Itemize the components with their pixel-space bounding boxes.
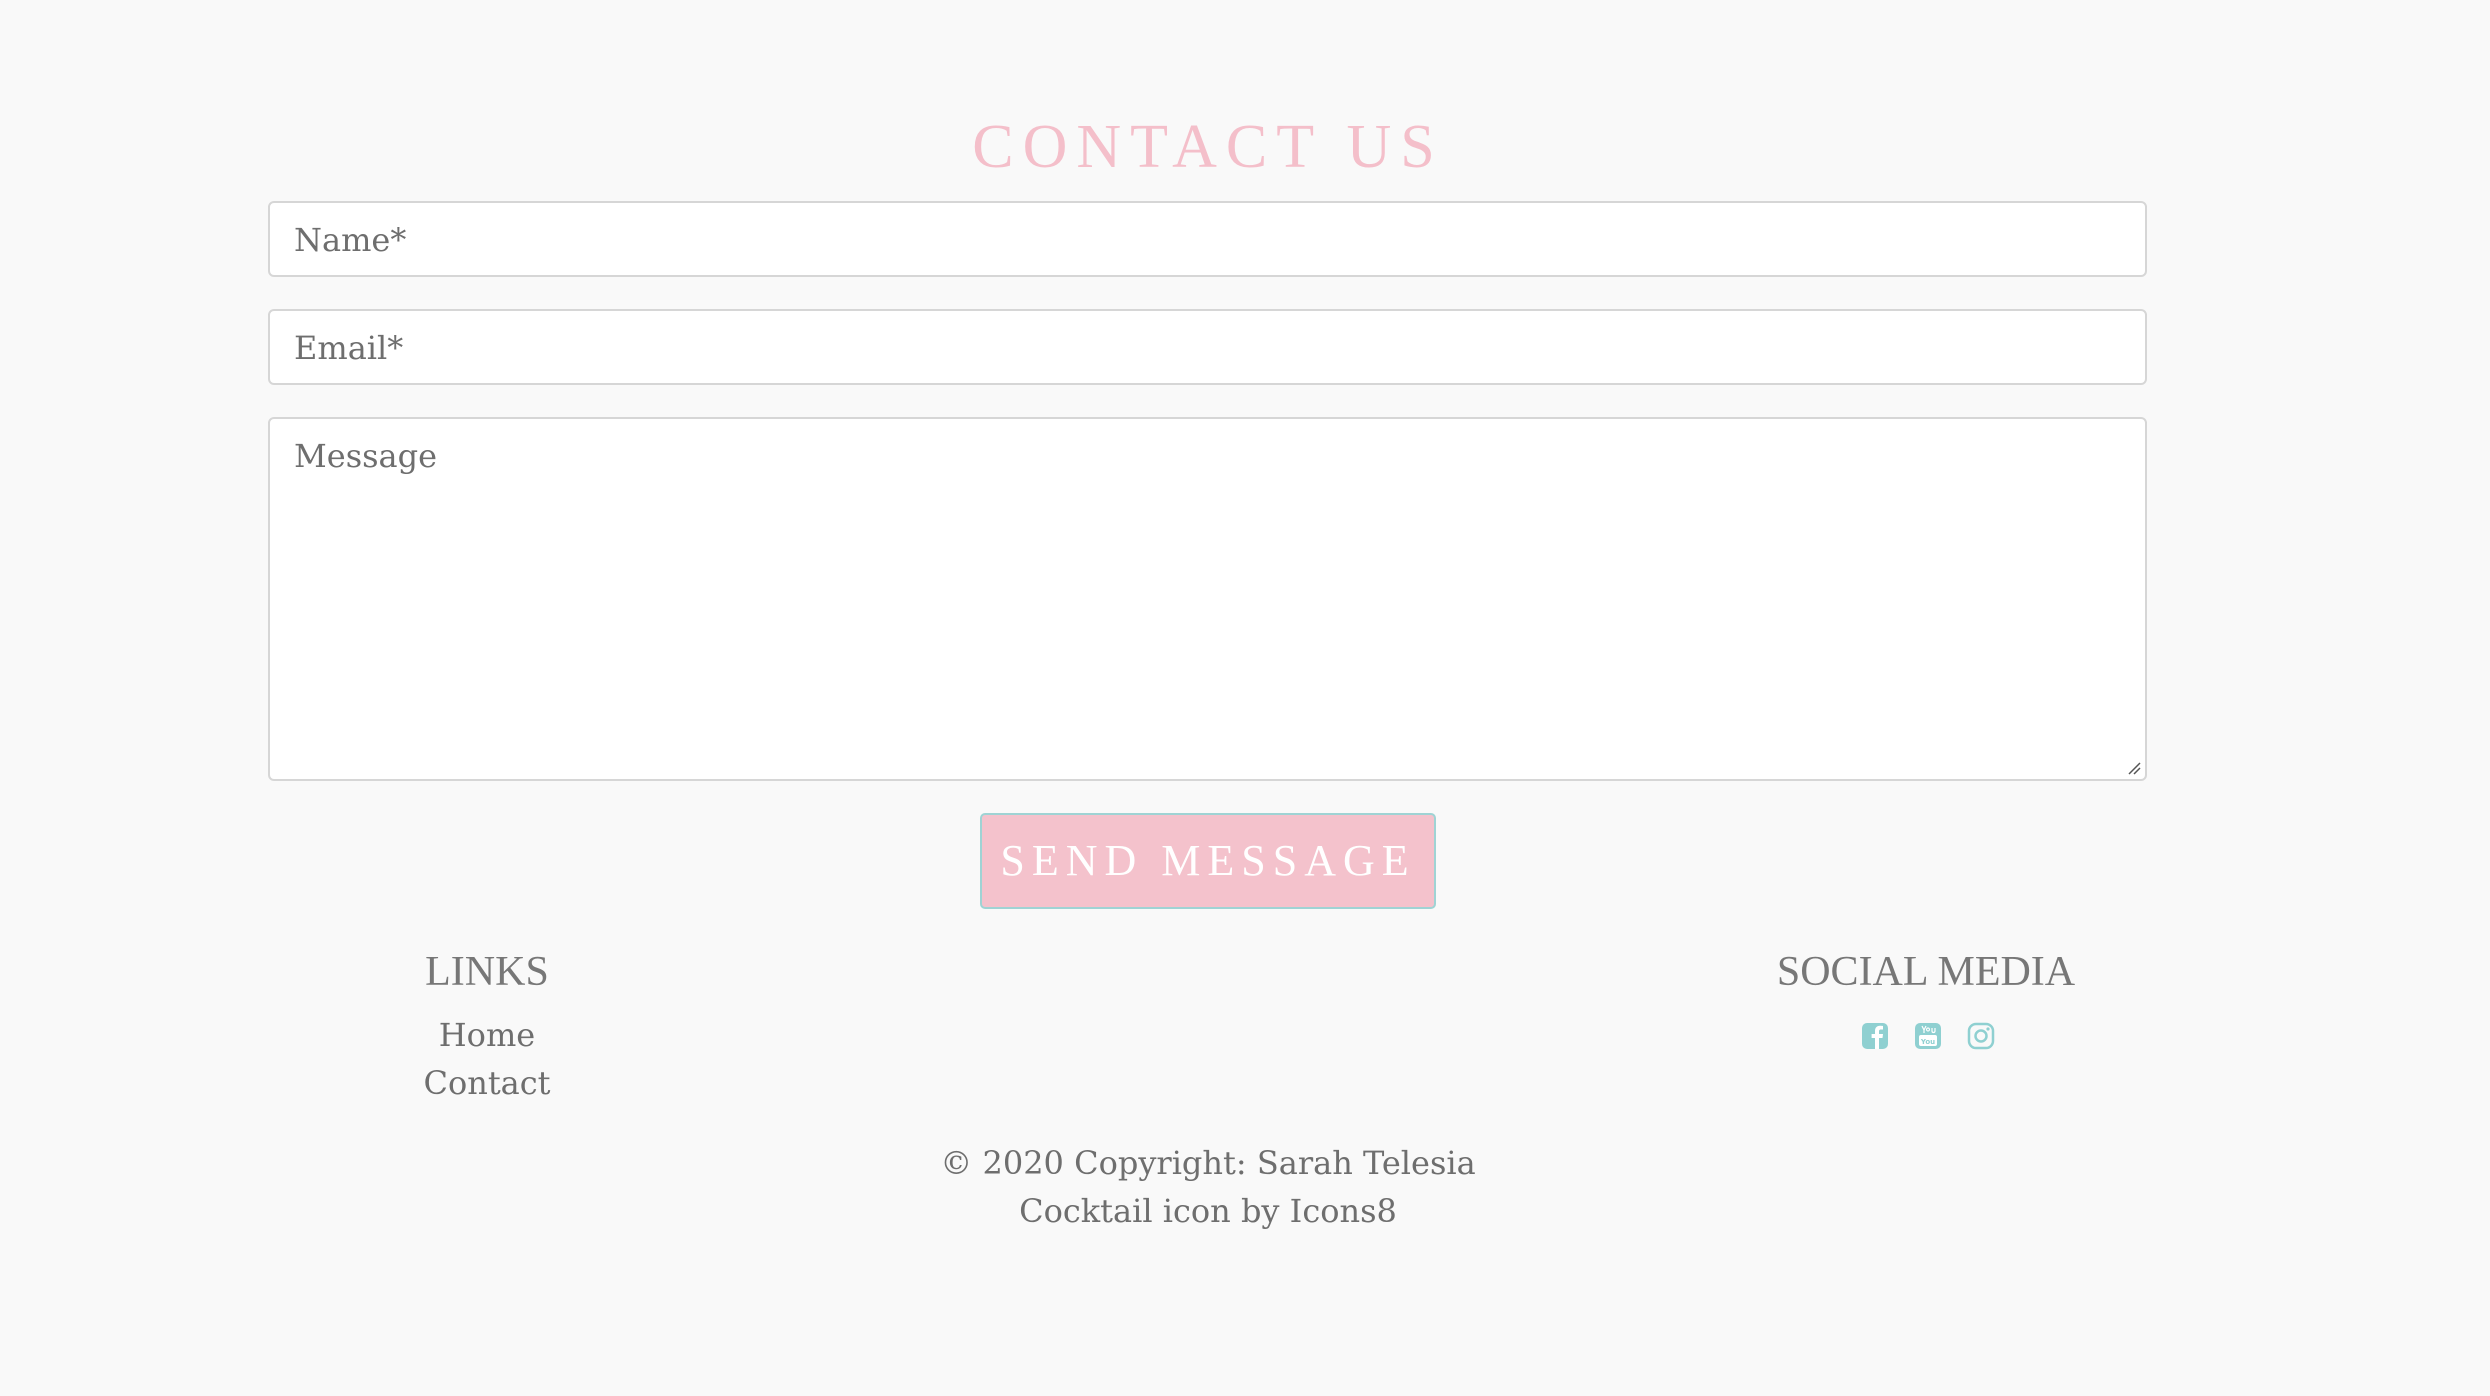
- name-field[interactable]: Name*: [268, 201, 2147, 277]
- send-message-button[interactable]: SEND MESSAGE: [980, 813, 1436, 909]
- svg-text:You: You: [1920, 1038, 1935, 1046]
- footer-link-contact[interactable]: Contact: [387, 1064, 587, 1102]
- name-placeholder: Name*: [294, 221, 407, 259]
- instagram-icon[interactable]: [1966, 1021, 1996, 1051]
- resize-handle-icon[interactable]: [2127, 761, 2141, 775]
- page-title: CONTACT US: [972, 113, 1444, 181]
- social-media-heading: SOCIAL MEDIA: [1776, 949, 2076, 995]
- email-placeholder: Email*: [294, 329, 404, 367]
- email-field[interactable]: Email*: [268, 309, 2147, 385]
- facebook-icon[interactable]: [1860, 1021, 1890, 1051]
- footer-link-home[interactable]: Home: [387, 1016, 587, 1054]
- copyright-text: © 2020 Copyright: Sarah Telesia: [940, 1144, 1476, 1182]
- message-placeholder: Message: [294, 437, 438, 475]
- contact-page: CONTACT US Name* Email* Message SEND MES…: [0, 0, 2490, 1396]
- message-textarea[interactable]: Message: [268, 417, 2147, 781]
- youtube-icon[interactable]: You: [1913, 1021, 1943, 1051]
- links-heading: LINKS: [425, 949, 549, 995]
- icon-credit-text: Cocktail icon by Icons8: [1019, 1192, 1397, 1230]
